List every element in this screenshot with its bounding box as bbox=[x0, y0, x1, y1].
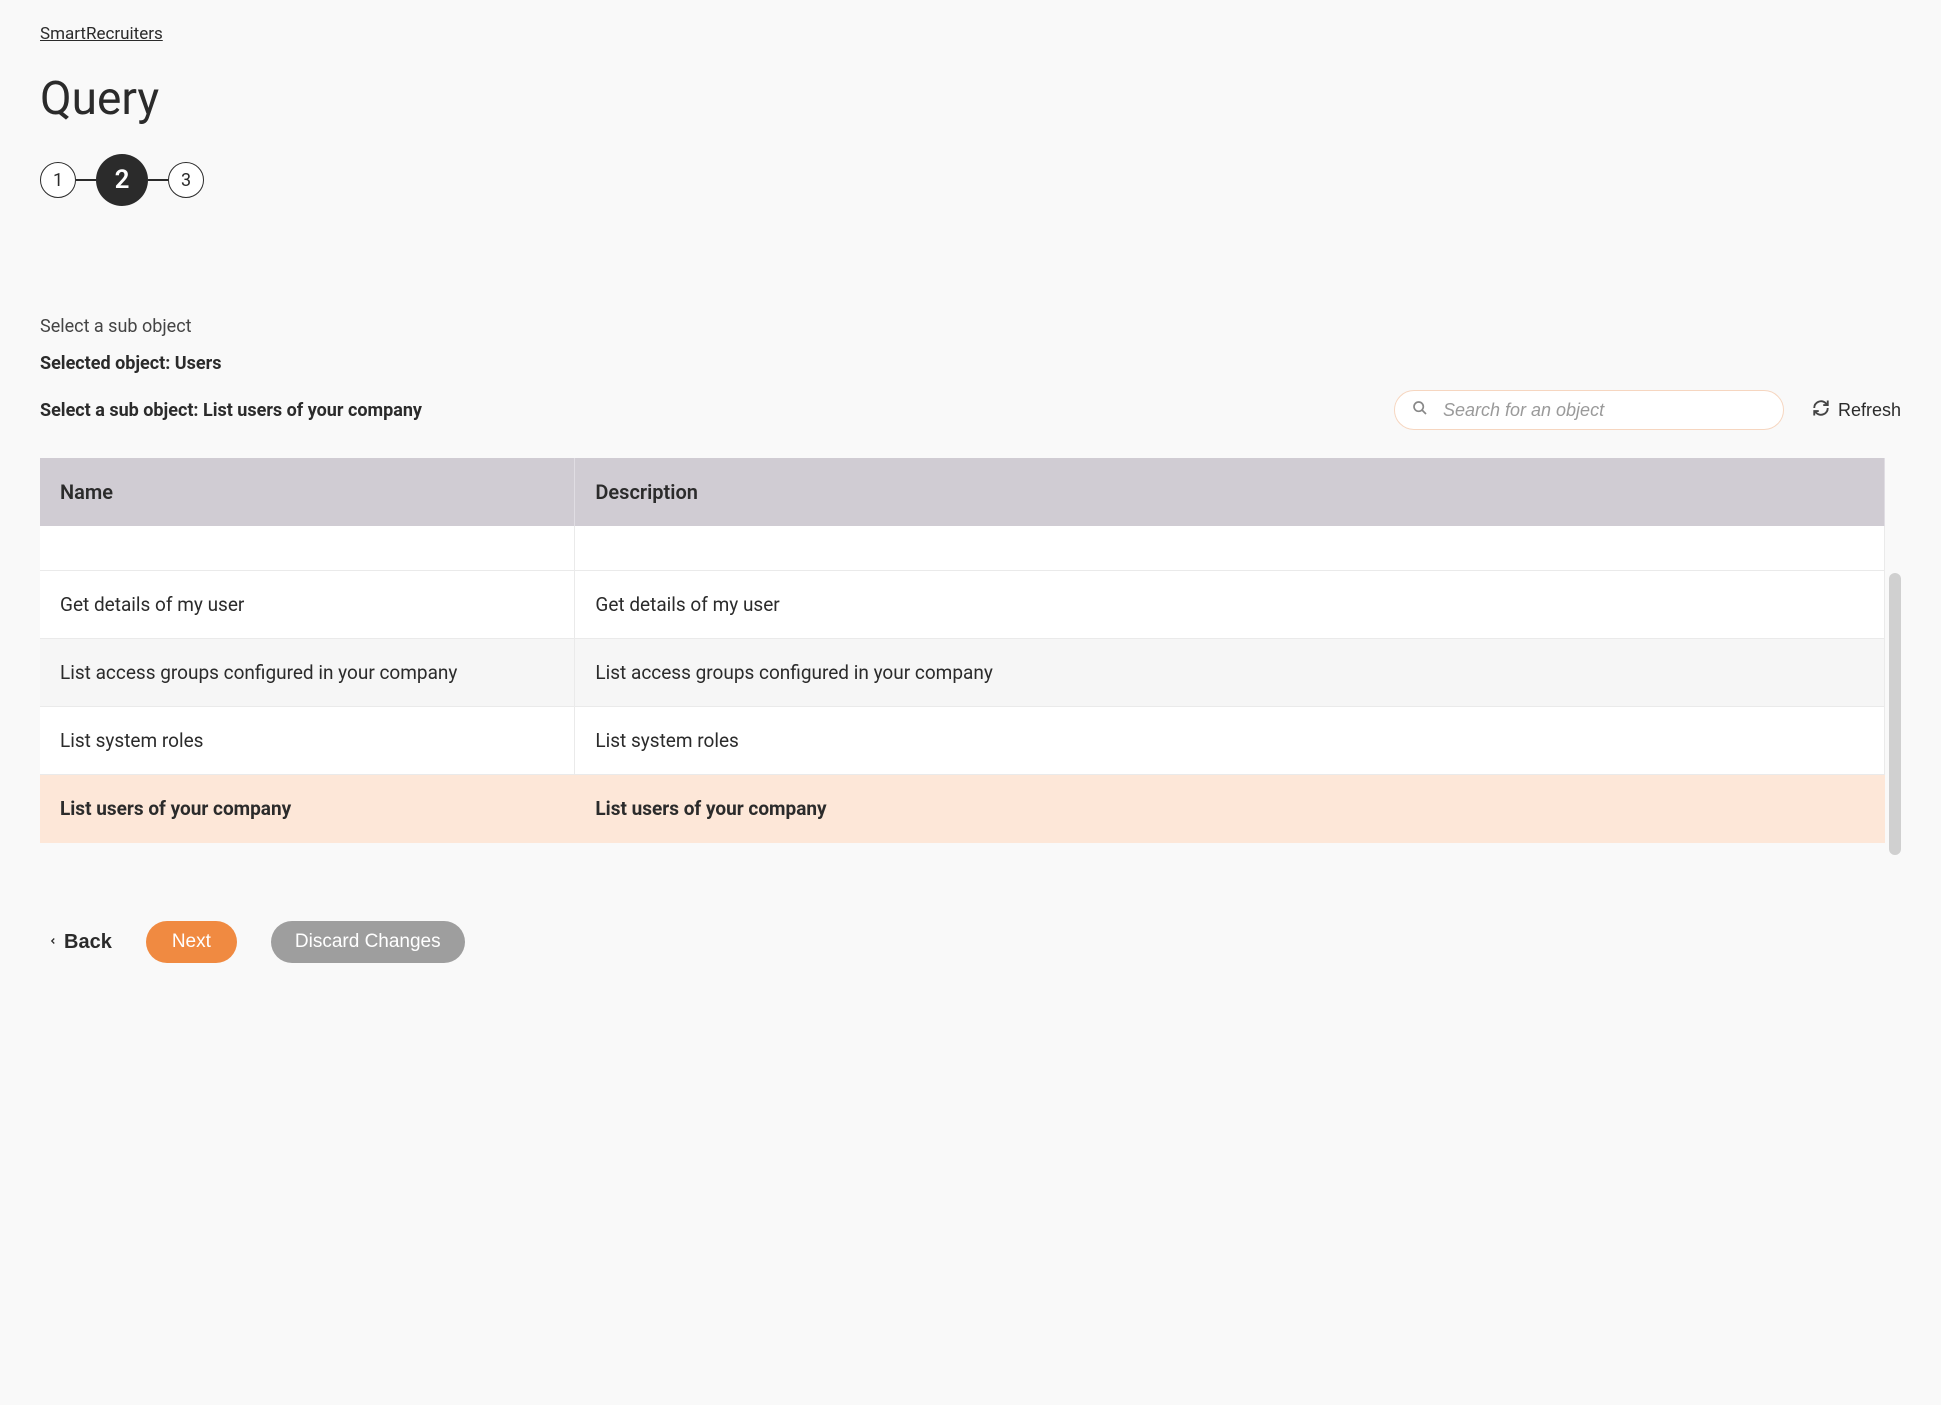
col-description-header[interactable]: Description bbox=[575, 458, 1885, 526]
refresh-icon bbox=[1812, 399, 1830, 422]
cell-description: List access groups configured in your co… bbox=[575, 639, 1885, 707]
discard-changes-button[interactable]: Discard Changes bbox=[271, 921, 465, 963]
select-sub-object-line: Select a sub object: List users of your … bbox=[40, 400, 422, 421]
table-row[interactable]: List users of your companyList users of … bbox=[40, 775, 1885, 843]
chevron-left-icon bbox=[48, 931, 58, 954]
search-input[interactable] bbox=[1394, 390, 1784, 430]
cell-description: List users of your company bbox=[575, 775, 1885, 843]
refresh-button[interactable]: Refresh bbox=[1812, 399, 1901, 422]
step-connector bbox=[76, 179, 96, 181]
cell-name: List system roles bbox=[40, 707, 575, 775]
selected-object-prefix: Selected object: bbox=[40, 353, 175, 374]
cell-name: Get details of my user bbox=[40, 571, 575, 639]
refresh-label: Refresh bbox=[1838, 400, 1901, 421]
table-row[interactable]: List access groups configured in your co… bbox=[40, 639, 1885, 707]
objects-table: Name Description Get details of my userG… bbox=[40, 458, 1885, 843]
step-connector bbox=[148, 179, 168, 181]
selected-object-value: Users bbox=[175, 353, 222, 374]
stepper: 1 2 3 bbox=[40, 154, 1901, 206]
step-3[interactable]: 3 bbox=[168, 162, 204, 198]
scrollbar[interactable] bbox=[1889, 573, 1901, 855]
back-button[interactable]: Back bbox=[48, 931, 112, 954]
table-row[interactable]: List system rolesList system roles bbox=[40, 707, 1885, 775]
back-label: Back bbox=[64, 931, 112, 954]
selected-object-line: Selected object: Users bbox=[40, 353, 1901, 374]
search-icon bbox=[1412, 400, 1428, 420]
table-row[interactable]: Get details of my userGet details of my … bbox=[40, 571, 1885, 639]
col-name-header[interactable]: Name bbox=[40, 458, 575, 526]
page-title: Query bbox=[40, 72, 1901, 126]
sub-object-prefix: Select a sub object: bbox=[40, 400, 203, 421]
cell-description: Get details of my user bbox=[575, 571, 1885, 639]
select-sub-object-label: Select a sub object bbox=[40, 316, 1901, 337]
cell-name: List users of your company bbox=[40, 775, 575, 843]
step-1[interactable]: 1 bbox=[40, 162, 76, 198]
next-button[interactable]: Next bbox=[146, 921, 237, 963]
step-2[interactable]: 2 bbox=[96, 154, 148, 206]
cell-name: List access groups configured in your co… bbox=[40, 639, 575, 707]
breadcrumb-smartrecruiters[interactable]: SmartRecruiters bbox=[40, 24, 163, 44]
cell-description: List system roles bbox=[575, 707, 1885, 775]
sub-object-value: List users of your company bbox=[203, 400, 422, 421]
